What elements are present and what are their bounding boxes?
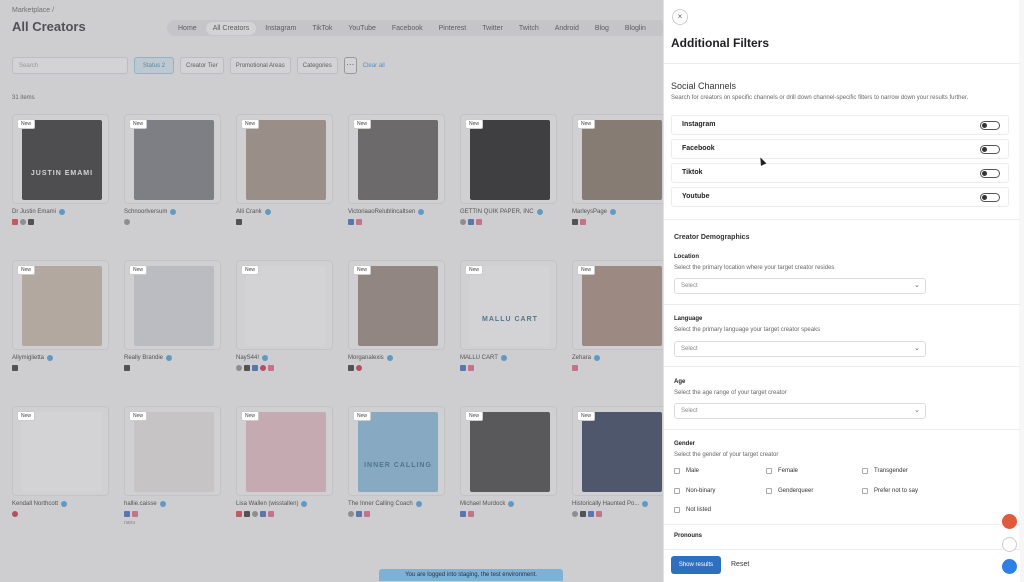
new-badge: New [129, 411, 148, 421]
new-badge: New [129, 265, 148, 275]
social-channels-title: Social Channels [671, 81, 737, 91]
gender-desc: Select the gender of your target creator [674, 452, 779, 458]
checkbox-icon[interactable] [766, 488, 772, 494]
checkbox-icon[interactable] [674, 468, 680, 474]
age-label: Age [674, 379, 686, 385]
facebook-toggle[interactable] [980, 145, 1000, 154]
select-placeholder: Select [681, 408, 698, 414]
divider [664, 63, 1020, 64]
divider [664, 524, 1020, 525]
show-results-button[interactable]: Show results [671, 556, 721, 574]
gender-genderqueer-checkbox[interactable]: Genderqueer [766, 488, 813, 494]
panel-footer: Show results Reset [664, 549, 1020, 582]
divider [664, 429, 1020, 430]
help-icon[interactable] [1002, 559, 1017, 574]
channel-label: Tiktok [682, 169, 703, 176]
checkbox-label: Prefer not to say [874, 488, 919, 494]
youtube-toggle[interactable] [980, 193, 1000, 202]
new-badge: New [465, 411, 484, 421]
checkbox-icon[interactable] [862, 488, 868, 494]
language-label: Language [674, 316, 703, 322]
language-desc: Select the primary language your target … [674, 327, 821, 333]
checkbox-label: Not listed [686, 507, 712, 513]
checkbox-icon[interactable] [766, 468, 772, 474]
new-badge: New [465, 265, 484, 275]
channel-tiktok[interactable]: Tiktok [671, 163, 1009, 183]
chevron-down-icon: ⌄ [914, 282, 920, 289]
checkbox-label: Male [686, 468, 700, 474]
checkbox-icon[interactable] [862, 468, 868, 474]
new-badge: New [353, 265, 372, 275]
new-badge: New [241, 411, 260, 421]
chevron-down-icon: ⌄ [914, 345, 920, 352]
age-select[interactable]: Select ⌄ [674, 403, 926, 419]
gender-prefer-not-checkbox[interactable]: Prefer not to say [862, 488, 918, 494]
location-label: Location [674, 254, 699, 260]
checkbox-label: Non-binary [686, 488, 716, 494]
checkbox-icon[interactable] [674, 507, 680, 513]
instagram-toggle[interactable] [980, 121, 1000, 130]
ai-assistant-icon[interactable] [1002, 514, 1017, 529]
age-desc: Select the age range of your target crea… [674, 390, 787, 396]
new-badge: New [353, 411, 372, 421]
new-badge: New [465, 119, 484, 129]
new-badge: New [17, 119, 36, 129]
pronouns-label: Pronouns [674, 533, 702, 539]
select-placeholder: Select [681, 283, 698, 289]
new-badge: New [17, 411, 36, 421]
new-badge: New [577, 265, 596, 275]
creator-demographics-title: Creator Demographics [674, 234, 750, 241]
staging-notice: You are logged into staging, the test en… [379, 569, 563, 581]
new-badge: New [129, 119, 148, 129]
select-placeholder: Select [681, 346, 698, 352]
language-select[interactable]: Select ⌄ [674, 341, 926, 357]
channel-facebook[interactable]: Facebook [671, 139, 1009, 159]
panel-title: Additional Filters [671, 36, 770, 50]
reset-button[interactable]: Reset [731, 556, 749, 574]
divider [664, 219, 1020, 220]
additional-filters-panel: × Additional Filters Social Channels Sea… [663, 0, 1020, 582]
new-badge: New [577, 411, 596, 421]
channel-instagram[interactable]: Instagram [671, 115, 1009, 135]
gender-female-checkbox[interactable]: Female [766, 468, 798, 474]
channel-label: Facebook [682, 145, 715, 152]
new-badge: New [241, 119, 260, 129]
close-icon[interactable]: × [672, 9, 688, 25]
checkbox-icon[interactable] [674, 488, 680, 494]
gender-label: Gender [674, 441, 696, 447]
gender-not-listed-checkbox[interactable]: Not listed [674, 507, 711, 513]
location-select[interactable]: Select ⌄ [674, 278, 926, 294]
new-badge: New [17, 265, 36, 275]
gender-transgender-checkbox[interactable]: Transgender [862, 468, 908, 474]
gender-male-checkbox[interactable]: Male [674, 468, 699, 474]
social-channels-desc: Search for creators on specific channels… [671, 95, 969, 101]
channel-label: Instagram [682, 121, 716, 128]
location-desc: Select the primary location where your t… [674, 265, 835, 271]
divider [664, 304, 1020, 305]
modal-backdrop[interactable] [0, 0, 663, 582]
channel-label: Youtube [682, 193, 710, 200]
tiktok-toggle[interactable] [980, 169, 1000, 178]
checkbox-label: Genderqueer [778, 488, 814, 494]
divider [664, 366, 1020, 367]
channel-youtube[interactable]: Youtube [671, 187, 1009, 207]
checkbox-label: Female [778, 468, 799, 474]
new-badge: New [353, 119, 372, 129]
gender-nonbinary-checkbox[interactable]: Non-binary [674, 488, 715, 494]
new-badge: New [241, 265, 260, 275]
new-badge: New [577, 119, 596, 129]
chevron-down-icon: ⌄ [914, 407, 920, 414]
chat-icon[interactable] [1002, 537, 1017, 552]
checkbox-label: Transgender [874, 468, 908, 474]
